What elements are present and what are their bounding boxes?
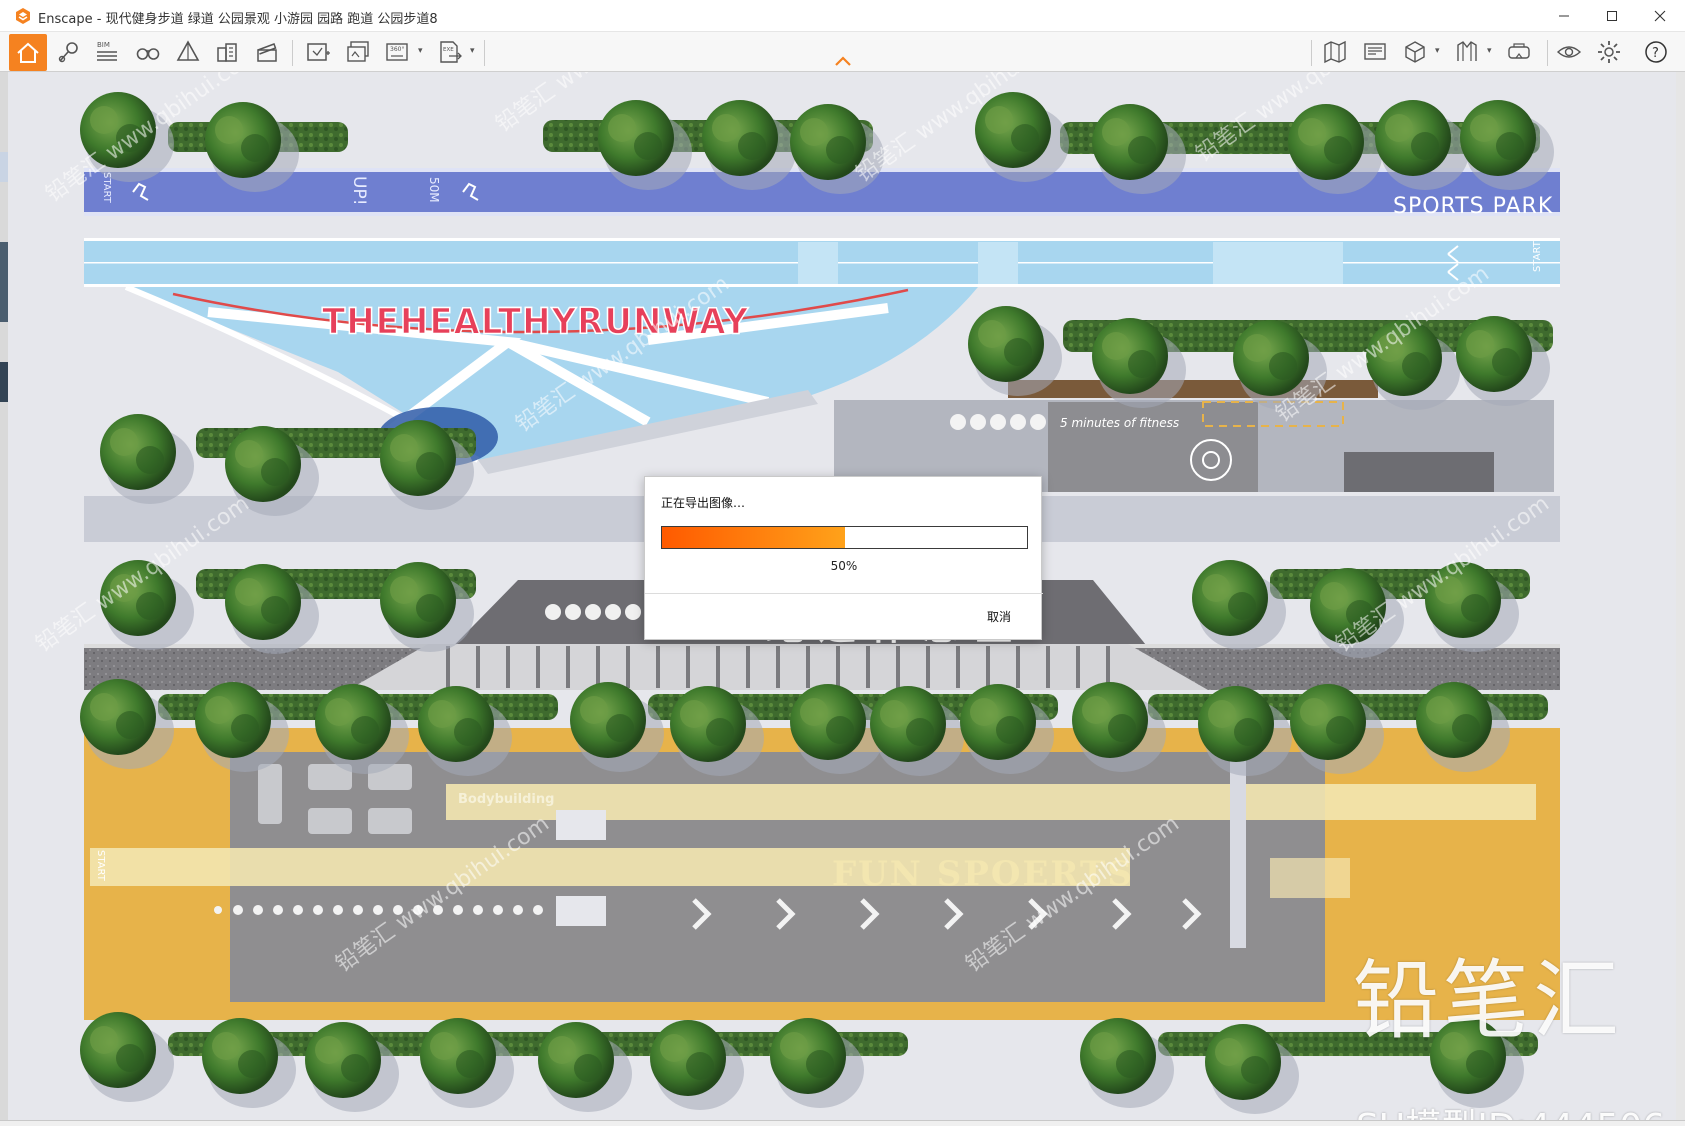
settings-button[interactable]: [1592, 35, 1626, 69]
presentation-button[interactable]: [1358, 35, 1392, 69]
bottom-window-edge: [0, 1120, 1685, 1126]
screenshot-icon: [307, 43, 330, 61]
buildings-icon: [217, 43, 237, 62]
close-button[interactable]: [1636, 0, 1684, 32]
panorama-icon: 360°: [386, 43, 408, 61]
home-icon: [17, 42, 39, 63]
binoculars-button[interactable]: [131, 35, 165, 69]
document-title: 现代健身步道 绿道 公园景观 小游园 园路 跑道 公园步道8: [105, 12, 438, 27]
vr-headset-button[interactable]: [1502, 35, 1536, 69]
help-icon: ?: [1645, 41, 1667, 63]
export-progress-dialog: 正在导出图像… 50% 取消: [644, 476, 1043, 640]
buildings-button[interactable]: [210, 35, 244, 69]
track-50m-marking: 50M: [427, 177, 441, 203]
location-pin-icon: [58, 42, 78, 63]
runway-start-marking: START: [1532, 241, 1543, 272]
fun-sports-sign: FUN SPOERTS: [832, 854, 1134, 894]
views-button[interactable]: [52, 35, 86, 69]
toolbar-separator: [1547, 40, 1548, 66]
screenshot-button[interactable]: [301, 35, 335, 69]
bodybuilding-sign: Bodybuilding: [458, 792, 555, 807]
binoculars-icon: [136, 48, 160, 60]
watermark-brand: 铅笔汇: [1353, 951, 1623, 1051]
track-start-marking: START: [101, 172, 112, 203]
video-editor-icon: [257, 43, 277, 62]
export-label: EXE: [443, 47, 454, 53]
asset-library-icon: [176, 40, 200, 61]
healthy-runway-title: THEHEALTHYRUNWAY: [321, 300, 750, 344]
panorama-button[interactable]: 360°: [381, 35, 415, 69]
view-cube-dropdown-caret[interactable]: ▾: [1435, 46, 1440, 56]
material-icon: [1457, 41, 1477, 61]
track-up-marking: UP!: [349, 176, 369, 206]
view-cube-icon: [1405, 41, 1425, 63]
bim-list-icon: BIM: [97, 41, 117, 61]
asset-library-button[interactable]: [171, 35, 205, 69]
maximize-icon: [1607, 11, 1617, 21]
batch-render-icon: [347, 41, 369, 62]
maximize-button[interactable]: [1588, 0, 1636, 32]
bim-button[interactable]: BIM: [90, 35, 124, 69]
export-dropdown-caret[interactable]: ▾: [470, 46, 475, 56]
enscape-logo-icon: [16, 8, 30, 24]
export-exe-icon: EXE: [440, 41, 462, 63]
dialog-title: 正在导出图像…: [661, 496, 746, 510]
export-exe-button[interactable]: EXE: [433, 35, 467, 69]
help-button[interactable]: ?: [1639, 35, 1673, 69]
enscape-window: Enscape - 现代健身步道 绿道 公园景观 小游园 园路 跑道 公园步道8…: [0, 0, 1685, 1126]
toolbar-separator: [292, 40, 293, 66]
plaza-start-marking: START: [95, 850, 106, 881]
video-editor-button[interactable]: [250, 35, 284, 69]
progress-percent: 50%: [830, 559, 858, 573]
minimize-icon: [1559, 15, 1569, 17]
window-title: Enscape - 现代健身步道 绿道 公园景观 小游园 园路 跑道 公园步道8: [38, 8, 438, 27]
map-button[interactable]: [1318, 35, 1352, 69]
watermark-model-id: SU模型ID:444506: [1356, 1098, 1665, 1120]
svg-text:?: ?: [1652, 46, 1659, 61]
light-blue-runway-lane: [84, 238, 1560, 287]
material-dropdown-caret[interactable]: ▾: [1487, 46, 1492, 56]
minimize-button[interactable]: [1540, 0, 1588, 32]
material-button[interactable]: [1450, 35, 1484, 69]
cancel-button[interactable]: 取消: [971, 605, 1027, 629]
sports-park-sign: SPORTS PARK: [1393, 194, 1554, 219]
export-progress-bar: [661, 526, 1028, 549]
home-button[interactable]: [9, 34, 47, 71]
presentation-icon: [1364, 43, 1386, 60]
title-separator: -: [92, 12, 106, 27]
right-window-edge: [1676, 72, 1685, 1126]
batch-render-button[interactable]: [341, 35, 375, 69]
close-icon: [1654, 10, 1666, 22]
toolbar-separator: [484, 40, 485, 66]
title-bar: Enscape - 现代健身步道 绿道 公园景观 小游园 园路 跑道 公园步道8: [0, 0, 1685, 32]
eye-icon: [1556, 46, 1582, 58]
background-window-edge: [0, 72, 8, 1126]
vr-headset-icon: [1508, 43, 1530, 59]
app-name: Enscape: [38, 12, 93, 27]
progress-fill: [662, 527, 845, 548]
toolbar-separator: [1311, 40, 1312, 66]
map-icon: [1324, 40, 1346, 64]
panorama-dropdown-caret[interactable]: ▾: [418, 46, 423, 56]
bim-label: BIM: [97, 41, 110, 49]
chevron-up-icon[interactable]: [833, 54, 853, 68]
gear-icon: [1598, 41, 1620, 63]
fitness-sign: 5 minutes of fitness: [1060, 416, 1180, 430]
dialog-divider: [645, 593, 1043, 594]
panorama-label: 360°: [390, 46, 404, 53]
view-cube-button[interactable]: [1398, 35, 1432, 69]
visibility-button[interactable]: [1552, 35, 1586, 69]
